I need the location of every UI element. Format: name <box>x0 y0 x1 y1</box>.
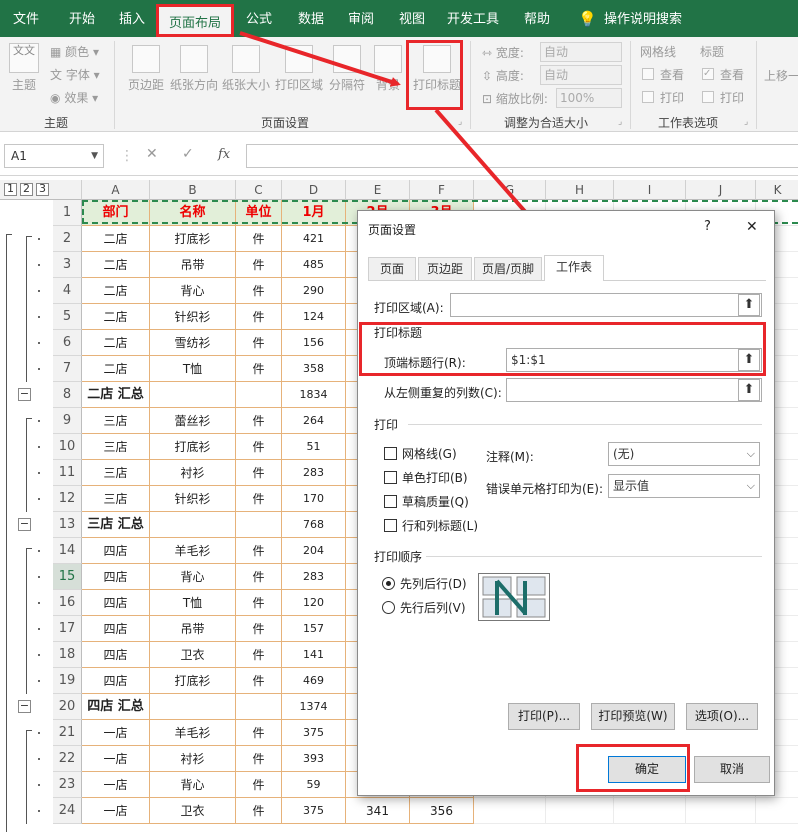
errors-select[interactable]: 显示值 ⌵ <box>608 474 760 498</box>
cancel-button[interactable]: 取消 <box>694 756 770 783</box>
options-button[interactable]: 选项(O)... <box>686 703 758 730</box>
print-area-input[interactable] <box>450 293 762 317</box>
print-heading: 打印 <box>374 418 399 432</box>
close-icon[interactable]: ✕ <box>746 219 758 235</box>
errors-value: 显示值 <box>613 479 650 493</box>
ok-button[interactable]: 确定 <box>608 756 686 783</box>
help-icon[interactable]: ? <box>704 219 711 234</box>
print-titles-heading: 打印标题 <box>374 326 423 340</box>
errors-label: 错误单元格打印为(E): <box>486 482 603 496</box>
print-area-label: 打印区域(A): <box>374 301 444 315</box>
dialog-tab-2[interactable]: 页眉/页脚 <box>474 257 542 281</box>
print-order-heading: 打印顺序 <box>374 550 423 564</box>
headings-checkbox[interactable] <box>384 519 397 532</box>
dialog-tab-0[interactable]: 页面 <box>368 257 416 281</box>
radio-dot <box>386 581 391 586</box>
comments-label: 注释(M): <box>486 450 534 464</box>
collapse-dialog-icon[interactable]: ⬆ <box>738 294 760 316</box>
draft-label: 草稿质量(Q) <box>402 495 469 509</box>
cols-repeat-label: 从左侧重复的列数(C): <box>384 386 502 400</box>
cols-repeat-input[interactable] <box>506 378 762 402</box>
dialog-tab-1[interactable]: 页边距 <box>418 257 472 281</box>
down-then-over-label: 先列后行(D) <box>400 577 467 591</box>
over-then-down-radio[interactable] <box>382 601 395 614</box>
comments-value: (无) <box>613 447 635 461</box>
dialog-tab-3[interactable]: 工作表 <box>544 255 604 281</box>
print-order-preview-icon <box>478 573 550 621</box>
collapse-dialog-icon[interactable]: ⬆ <box>738 349 760 371</box>
collapse-dialog-icon[interactable]: ⬆ <box>738 379 760 401</box>
comments-select[interactable]: (无) ⌵ <box>608 442 760 466</box>
divider <box>426 556 762 557</box>
divider <box>408 424 762 425</box>
print-button[interactable]: 打印(P)... <box>508 703 580 730</box>
rows-repeat-label: 顶端标题行(R): <box>384 356 466 370</box>
over-then-down-label: 先行后列(V) <box>400 601 466 615</box>
chevron-down-icon: ⌵ <box>746 447 755 460</box>
bw-checkbox[interactable] <box>384 471 397 484</box>
bw-label: 单色打印(B) <box>402 471 468 485</box>
gridlines-label: 网格线(G) <box>402 447 457 461</box>
draft-checkbox[interactable] <box>384 495 397 508</box>
outline-dot <box>38 810 40 812</box>
gridlines-checkbox[interactable] <box>384 447 397 460</box>
down-then-over-radio[interactable] <box>382 577 395 590</box>
page-setup-dialog: 页面设置 ? ✕ 页面 页边距 页眉/页脚 工作表 打印区域(A): ⬆ 打印标题 顶… <box>357 210 775 796</box>
arrow-to-print-titles <box>239 31 401 87</box>
rows-repeat-input[interactable]: $1:$1 <box>506 348 762 372</box>
headings-label: 行和列标题(L) <box>402 519 479 533</box>
dialog-title: 页面设置 <box>368 223 417 237</box>
print-preview-button[interactable]: 打印预览(W) <box>591 703 675 730</box>
chevron-down-icon: ⌵ <box>746 479 755 492</box>
